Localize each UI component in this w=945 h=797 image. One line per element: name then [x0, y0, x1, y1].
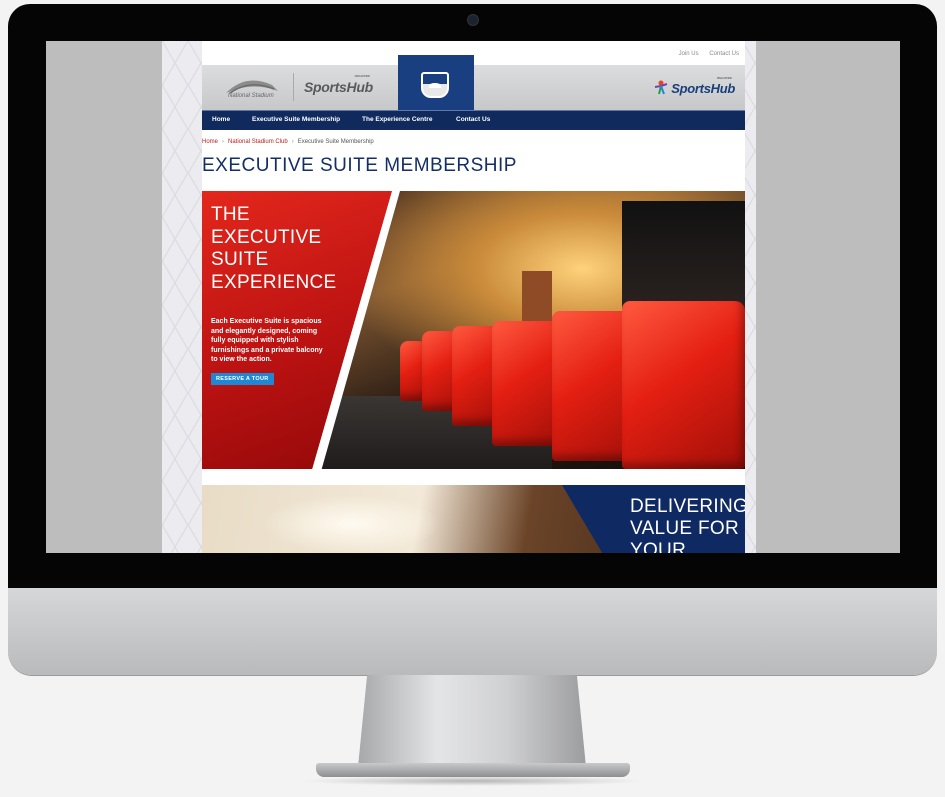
breadcrumb: Home › National Stadium Club › Executive Sui…	[202, 139, 374, 145]
page-column: Join Us Contact Us National Stadium SING…	[162, 41, 756, 553]
photo-seat	[622, 301, 745, 469]
club-crest-icon	[421, 72, 449, 98]
sportshub-figure-icon	[655, 80, 668, 95]
breadcrumb-national-stadium-club[interactable]: National Stadium Club	[228, 139, 288, 145]
sportshub-right-name: SportsHub	[671, 81, 735, 96]
national-stadium-club-tab[interactable]	[398, 55, 474, 113]
nav-experience-centre[interactable]: The Experience Centre	[362, 116, 432, 123]
main-nav: Home Executive Suite Membership The Expe…	[202, 110, 745, 130]
nav-contact-us[interactable]: Contact Us	[456, 116, 490, 123]
value-banner-light	[262, 495, 442, 553]
stadium-roof-icon	[226, 80, 278, 94]
breadcrumb-separator: ›	[222, 139, 225, 145]
webcam-icon	[467, 14, 479, 26]
nav-home[interactable]: Home	[212, 116, 230, 123]
nav-executive-suite-membership[interactable]: Executive Suite Membership	[252, 116, 340, 123]
background-pattern-left	[162, 41, 202, 553]
sportshub-left-small: SINGAPORE	[354, 74, 371, 78]
reserve-a-tour-button[interactable]: RESERVE A TOUR	[211, 373, 274, 385]
value-banner-heading: DELIVERING VALUE FOR YOUR	[630, 496, 745, 553]
monitor-stand-base	[316, 763, 630, 777]
sportshub-logo-right[interactable]: SINGAPORE SportsHub	[655, 76, 735, 96]
website: Join Us Contact Us National Stadium SING…	[202, 41, 745, 553]
monitor-chin	[8, 588, 937, 675]
monitor-stand	[358, 675, 586, 767]
hero-banner: THE EXECUTIVE SUITE EXPERIENCE Each Exec…	[202, 191, 745, 469]
contact-us-top-link[interactable]: Contact Us	[709, 51, 739, 57]
breadcrumb-separator: ›	[291, 139, 294, 145]
page-title: EXECUTIVE SUITE MEMBERSHIP	[202, 155, 517, 176]
stand-shadow	[300, 776, 646, 786]
national-stadium-logo[interactable]: National Stadium	[216, 71, 286, 105]
breadcrumb-home[interactable]: Home	[202, 139, 218, 145]
screen: Join Us Contact Us National Stadium SING…	[46, 41, 900, 553]
value-banner: DELIVERING VALUE FOR YOUR	[202, 485, 745, 553]
sportshub-left-name: SportsHub	[304, 79, 373, 95]
sportshub-right-small: SINGAPORE	[716, 76, 733, 80]
sportshub-logo-left[interactable]: SINGAPORE SportsHub	[304, 74, 373, 95]
join-us-link[interactable]: Join Us	[679, 51, 699, 57]
stadium-logo-text: National Stadium	[228, 93, 274, 99]
top-links: Join Us Contact Us	[670, 51, 739, 57]
header-divider	[293, 73, 294, 101]
hero-description: Each Executive Suite is spacious and ele…	[211, 318, 323, 363]
hero-heading: THE EXECUTIVE SUITE EXPERIENCE	[211, 204, 337, 293]
breadcrumb-current: Executive Suite Membership	[297, 139, 374, 145]
photo-window	[622, 201, 745, 311]
